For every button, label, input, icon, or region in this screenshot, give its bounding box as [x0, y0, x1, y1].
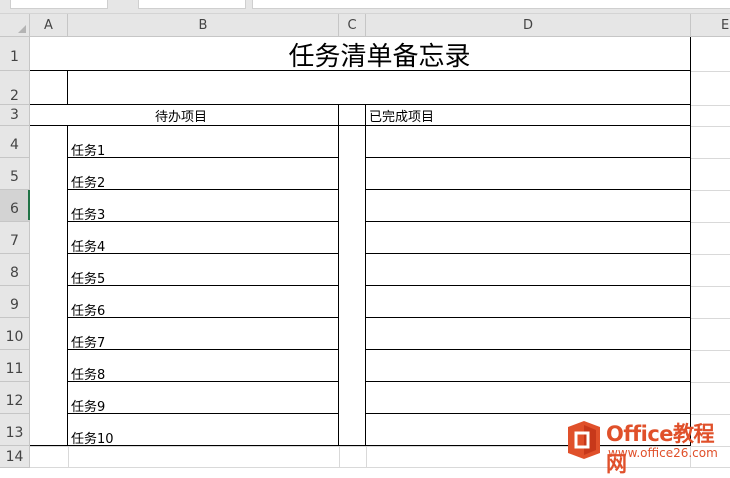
task-cell[interactable]: 任务7 [71, 332, 105, 351]
select-all-button[interactable] [0, 14, 30, 37]
row-header-9[interactable]: 9 [0, 286, 30, 318]
task-cell[interactable]: 任务2 [71, 172, 105, 191]
column-header-c[interactable]: C [339, 14, 366, 37]
name-box[interactable] [10, 0, 108, 9]
column-header-a[interactable]: A [30, 14, 68, 37]
row-header-1[interactable]: 1 [0, 37, 30, 71]
row-header-2[interactable]: 2 [0, 71, 30, 105]
task-cell[interactable]: 任务3 [71, 204, 105, 223]
task-cell[interactable]: 任务6 [71, 300, 105, 319]
row-header-4[interactable]: 4 [0, 126, 30, 158]
office-logo-icon [568, 421, 600, 459]
row-header-12[interactable]: 12 [0, 382, 30, 414]
todo-header[interactable]: 待办项目 [155, 106, 207, 125]
row-header-3[interactable]: 3 [0, 105, 30, 126]
task-cell[interactable]: 任务9 [71, 396, 105, 415]
task-cell[interactable]: 任务8 [71, 364, 105, 383]
column-header-b[interactable]: B [68, 14, 339, 37]
sheet-title[interactable]: 任务清单备忘录 [68, 37, 691, 72]
row-header-14[interactable]: 14 [0, 446, 30, 468]
watermark-url: www.office26.com [608, 446, 718, 460]
active-cell-indicator [28, 190, 30, 220]
row-header-8[interactable]: 8 [0, 254, 30, 286]
done-header[interactable]: 已完成项目 [369, 106, 434, 125]
watermark-logo: Office教程网 www.office26.com [566, 418, 730, 476]
row-header-5[interactable]: 5 [0, 158, 30, 190]
column-header-e[interactable]: E [691, 14, 730, 37]
formula-bar-strip [0, 0, 730, 14]
formula-bar-buttons[interactable] [138, 0, 246, 9]
row-header-13[interactable]: 13 [0, 414, 30, 446]
task-cell[interactable]: 任务4 [71, 236, 105, 255]
task-cell[interactable]: 任务10 [71, 428, 114, 447]
row-header-10[interactable]: 10 [0, 318, 30, 350]
row-header-7[interactable]: 7 [0, 222, 30, 254]
select-all-triangle-icon [18, 25, 26, 33]
row-header-11[interactable]: 11 [0, 350, 30, 382]
task-cell[interactable]: 任务5 [71, 268, 105, 287]
row-header-6[interactable]: 6 [0, 190, 30, 222]
task-cell[interactable]: 任务1 [71, 140, 105, 159]
column-header-d[interactable]: D [366, 14, 691, 37]
formula-input[interactable] [252, 0, 730, 9]
